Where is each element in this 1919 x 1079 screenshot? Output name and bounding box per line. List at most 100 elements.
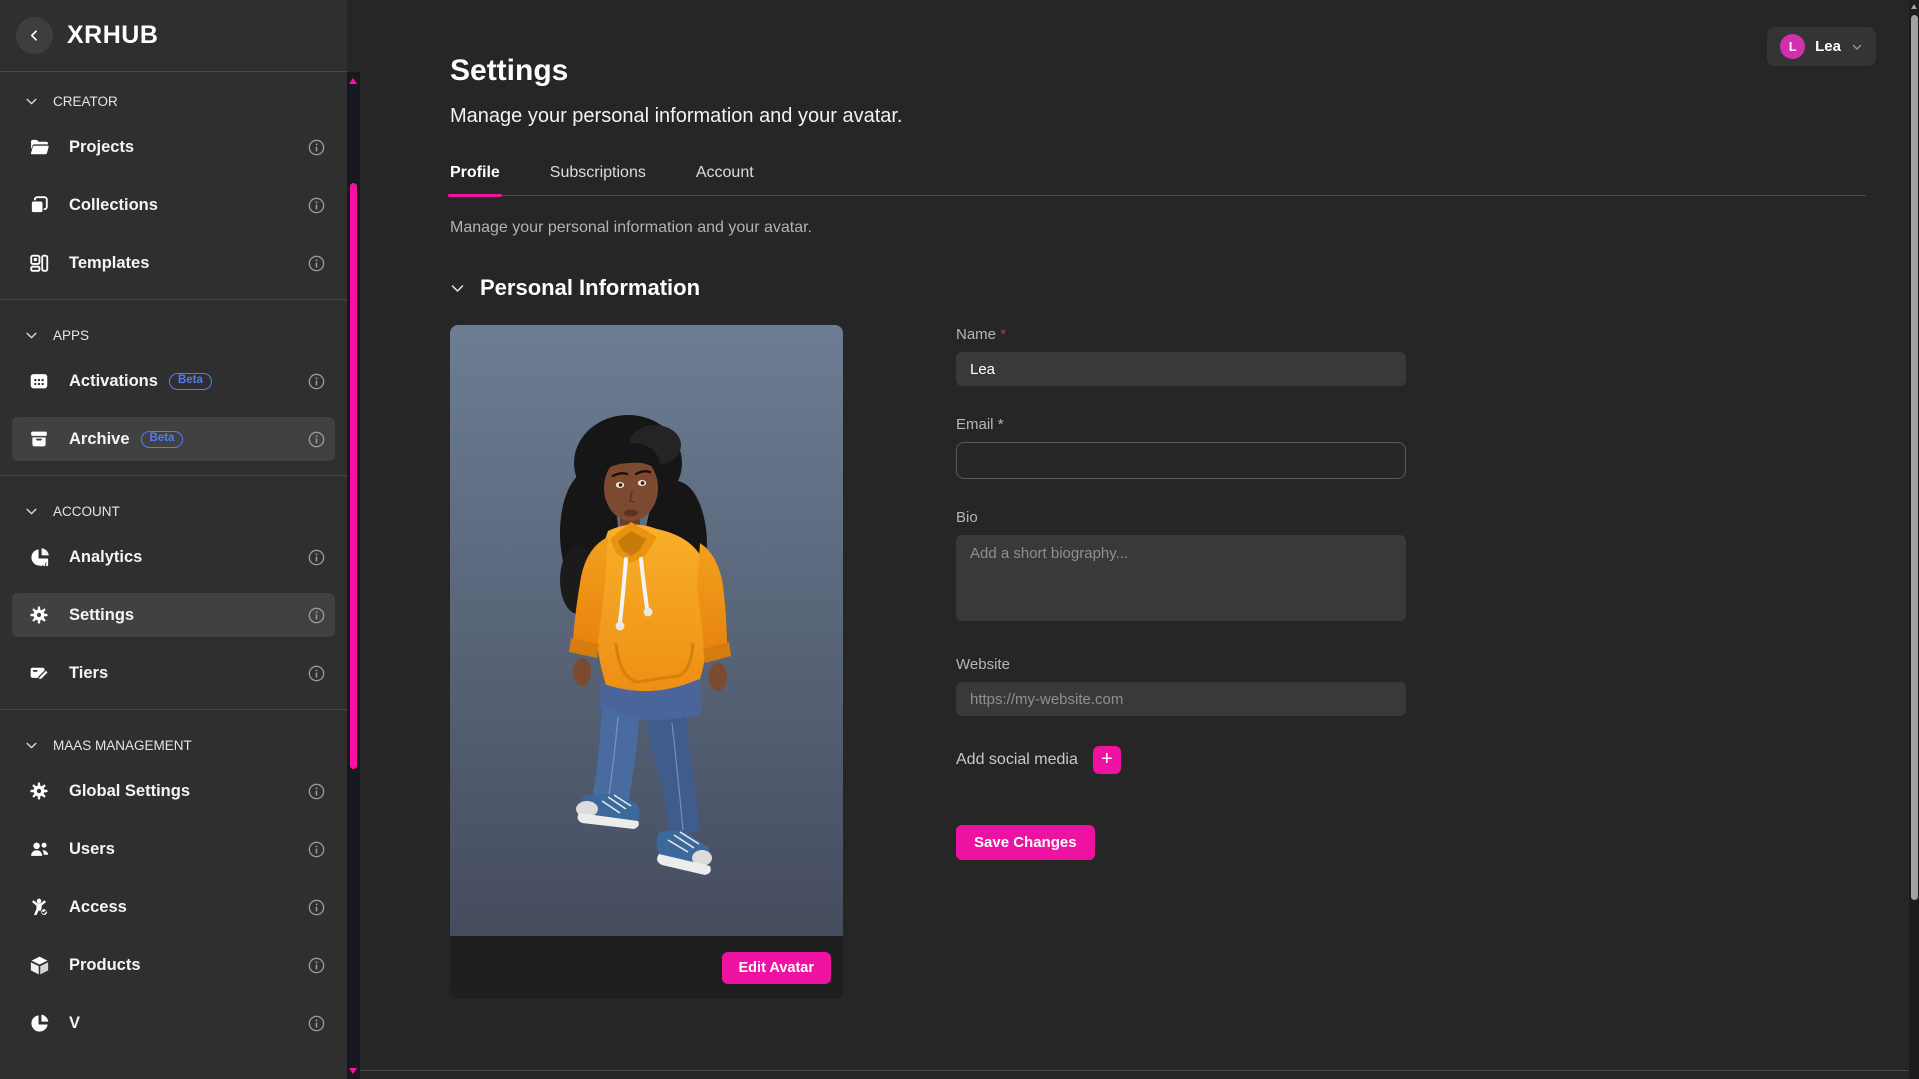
- save-changes-button[interactable]: Save Changes: [956, 825, 1095, 860]
- products-icon: [26, 954, 52, 977]
- chevron-down-icon: [450, 281, 465, 296]
- section-divider: [0, 709, 347, 710]
- user-menu[interactable]: L Lea: [1767, 27, 1876, 66]
- email-label: Email *: [956, 416, 1406, 433]
- main-content: L Lea Settings Manage your personal info…: [360, 0, 1909, 1079]
- sidebar-group-maas-management[interactable]: MAAS MANAGEMENT: [0, 725, 347, 765]
- sidebar-group-apps[interactable]: APPS: [0, 315, 347, 355]
- name-field[interactable]: [956, 352, 1406, 386]
- sidebar-scrollbar[interactable]: [347, 72, 360, 1079]
- sidebar-item-collections[interactable]: Collections: [12, 183, 335, 227]
- sidebar-group-account[interactable]: ACCOUNT: [0, 491, 347, 531]
- chevron-down-icon: [25, 739, 38, 752]
- beta-badge: Beta: [169, 373, 212, 390]
- name-label: Name *: [956, 326, 1406, 343]
- folder-icon: [26, 136, 52, 159]
- profile-form: Name * Email * Bio Websi: [956, 325, 1406, 860]
- chevron-left-icon: [28, 29, 41, 42]
- collections-icon: [26, 194, 52, 216]
- edit-avatar-button[interactable]: Edit Avatar: [722, 952, 831, 984]
- info-icon[interactable]: [308, 783, 325, 800]
- sidebar-item-label: Activations: [69, 372, 158, 391]
- chevron-down-icon: [25, 95, 38, 108]
- info-icon[interactable]: [308, 607, 325, 624]
- activations-icon: [26, 370, 52, 392]
- sidebar-item-global-settings[interactable]: Global Settings: [12, 769, 335, 813]
- sidebar-item-archive[interactable]: Archive Beta: [12, 417, 335, 461]
- back-button[interactable]: [16, 17, 53, 54]
- sidebar: XRHUB CREATOR Projects Collections: [0, 0, 347, 1079]
- website-field[interactable]: [956, 682, 1406, 716]
- sidebar-header: XRHUB: [0, 0, 347, 71]
- sidebar-item-templates[interactable]: Templates: [12, 241, 335, 285]
- info-icon[interactable]: [308, 957, 325, 974]
- info-icon[interactable]: [308, 1015, 325, 1032]
- sidebar-item-users[interactable]: Users: [12, 827, 335, 871]
- scroll-down-arrow[interactable]: [349, 1068, 357, 1074]
- info-icon[interactable]: [308, 841, 325, 858]
- info-icon[interactable]: [308, 197, 325, 214]
- page-subtitle: Manage your personal information and you…: [450, 105, 1866, 128]
- chevron-down-icon: [25, 329, 38, 342]
- avatar-card: Edit Avatar: [450, 325, 843, 999]
- scroll-up-arrow[interactable]: [349, 78, 357, 84]
- tab-subscriptions[interactable]: Subscriptions: [550, 164, 646, 195]
- sidebar-item-activations[interactable]: Activations Beta: [12, 359, 335, 403]
- tab-profile[interactable]: Profile: [450, 164, 500, 195]
- group-label: APPS: [53, 328, 89, 343]
- gear-icon: [26, 780, 52, 802]
- group-label: MAAS MANAGEMENT: [53, 738, 192, 753]
- sidebar-item-products[interactable]: Products: [12, 943, 335, 987]
- archive-icon: [26, 428, 52, 450]
- tab-account[interactable]: Account: [696, 164, 754, 195]
- website-label: Website: [956, 656, 1406, 673]
- info-icon[interactable]: [308, 373, 325, 390]
- sidebar-item-projects[interactable]: Projects: [12, 125, 335, 169]
- users-icon: [26, 838, 52, 861]
- sidebar-item-access[interactable]: Access: [12, 885, 335, 929]
- group-label: ACCOUNT: [53, 504, 120, 519]
- info-icon[interactable]: [308, 899, 325, 916]
- sidebar-item-label: Products: [69, 956, 141, 975]
- app-logo: XRHUB: [67, 21, 158, 50]
- bio-field[interactable]: [956, 535, 1406, 621]
- personal-information-header[interactable]: Personal Information: [450, 275, 1866, 301]
- required-mark: *: [1000, 326, 1006, 343]
- sidebar-item-settings[interactable]: Settings: [12, 593, 335, 637]
- info-icon[interactable]: [308, 665, 325, 682]
- scrollbar-thumb[interactable]: [1911, 15, 1918, 900]
- plus-icon: +: [1101, 749, 1113, 769]
- sidebar-item-label: Archive: [69, 430, 130, 449]
- scrollbar-thumb[interactable]: [350, 183, 357, 769]
- sidebar-item-partial[interactable]: V: [12, 1001, 335, 1045]
- sidebar-item-label: Settings: [69, 606, 134, 625]
- content-bottom-divider: [360, 1070, 1909, 1071]
- scroll-up-arrow[interactable]: [1911, 4, 1917, 9]
- sidebar-item-label: Users: [69, 840, 115, 859]
- avatar-illustration: [450, 325, 843, 936]
- chevron-down-icon: [1851, 41, 1863, 53]
- sidebar-item-label: Templates: [69, 254, 149, 273]
- sidebar-item-label: Collections: [69, 196, 158, 215]
- page-scrollbar[interactable]: [1909, 0, 1919, 1079]
- chevron-down-icon: [25, 505, 38, 518]
- section-title: Personal Information: [480, 275, 700, 301]
- sidebar-group-creator[interactable]: CREATOR: [0, 81, 347, 121]
- templates-icon: [26, 252, 52, 274]
- avatar-card-footer: Edit Avatar: [450, 936, 843, 999]
- add-social-media-button[interactable]: +: [1093, 746, 1121, 774]
- info-icon[interactable]: [308, 255, 325, 272]
- tab-bar: Profile Subscriptions Account: [450, 164, 1866, 196]
- email-field[interactable]: [956, 442, 1406, 479]
- sidebar-item-tiers[interactable]: Tiers: [12, 651, 335, 695]
- tiers-icon: [26, 662, 52, 685]
- info-icon[interactable]: [308, 431, 325, 448]
- info-icon[interactable]: [308, 549, 325, 566]
- header-divider: [0, 71, 347, 72]
- sidebar-item-analytics[interactable]: Analytics: [12, 535, 335, 579]
- gear-icon: [26, 604, 52, 626]
- info-icon[interactable]: [308, 139, 325, 156]
- page-title: Settings: [450, 54, 1866, 88]
- sidebar-item-label: Projects: [69, 138, 134, 157]
- avatar-3d-preview[interactable]: [450, 325, 843, 936]
